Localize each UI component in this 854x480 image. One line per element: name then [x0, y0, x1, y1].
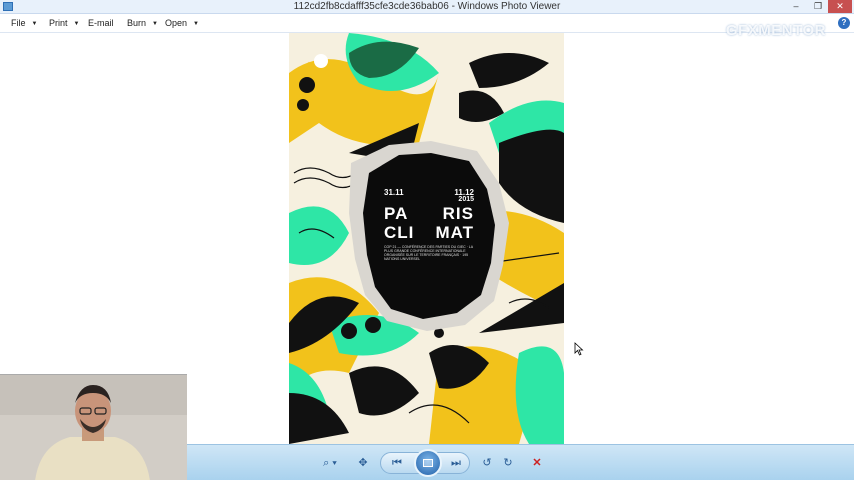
poster-headline: 31.11 11.12 2015 PA RIS CLI MAT COP 21 —… — [384, 188, 474, 261]
poster-line-2: RIS — [442, 204, 474, 223]
rotate-clockwise-button[interactable]: ↻ — [498, 454, 518, 472]
next-button[interactable]: ⏭ — [446, 454, 466, 472]
menu-burn[interactable]: Burn ▼ — [127, 18, 158, 28]
actual-size-button[interactable]: ✥ — [353, 454, 373, 472]
poster-line-3: CLI MAT — [384, 223, 474, 242]
bottom-toolbar: ⌕ ▾ ✥ ⏮ ⏭ ↺ ↻ ✕ — [187, 444, 854, 480]
menu-open-label: Open — [165, 18, 188, 28]
menu-email[interactable]: E-mail — [88, 18, 114, 28]
close-button[interactable]: ✕ — [828, 0, 852, 13]
menu-open[interactable]: Open ▼ — [165, 18, 199, 28]
chevron-down-icon: ▼ — [152, 20, 158, 27]
window-title: 112cd2fb8cdafff35cfe3cde36bab06 - Window… — [293, 1, 561, 12]
webcam-overlay — [0, 374, 187, 480]
gfxmentor-watermark: GFXMENTOR — [726, 22, 826, 39]
chevron-down-icon: ▼ — [193, 20, 199, 27]
poster-line-3b: MAT — [435, 223, 474, 242]
menu-print-label: Print — [49, 18, 68, 28]
poster-fine-print: COP 21 — CONFÉRENCE DES PARTIES DU GIEC … — [384, 245, 473, 261]
poster-image: 31.11 11.12 2015 PA RIS CLI MAT COP 21 —… — [289, 33, 564, 444]
menu-file[interactable]: File ▼ — [11, 18, 37, 28]
poster-date-start: 31.11 — [384, 188, 404, 197]
previous-button[interactable]: ⏮ — [387, 454, 407, 472]
title-bar[interactable]: 112cd2fb8cdafff35cfe3cde36bab06 - Window… — [0, 0, 854, 14]
restore-button[interactable]: ❐ — [808, 0, 828, 13]
presenter-video — [0, 375, 187, 480]
slideshow-button[interactable] — [414, 449, 442, 477]
menu-file-label: File — [11, 18, 26, 28]
rotate-counterclockwise-button[interactable]: ↺ — [477, 454, 497, 472]
menu-print[interactable]: Print ▼ — [49, 18, 79, 28]
zoom-button[interactable]: ⌕ ▾ — [317, 454, 343, 472]
help-icon[interactable]: ? — [838, 17, 850, 29]
poster-year: 2015 — [458, 196, 474, 203]
poster-line-1a: PA — [384, 204, 409, 223]
photo-viewer-window: 112cd2fb8cdafff35cfe3cde36bab06 - Window… — [0, 0, 854, 480]
minimize-button[interactable]: – — [786, 0, 806, 13]
watermark-part-1: GFX — [725, 22, 759, 39]
watermark-part-2: MENTOR — [758, 22, 826, 39]
poster-line-1: PA RIS — [384, 204, 474, 223]
delete-button[interactable]: ✕ — [527, 454, 547, 472]
menu-burn-label: Burn — [127, 18, 147, 28]
mouse-cursor-icon — [574, 342, 584, 356]
chevron-down-icon: ▼ — [73, 20, 80, 27]
slideshow-icon — [423, 459, 433, 467]
poster-line-3a: CLI — [384, 223, 415, 242]
chevron-down-icon: ▼ — [31, 20, 38, 27]
menu-email-label: E-mail — [88, 18, 114, 28]
